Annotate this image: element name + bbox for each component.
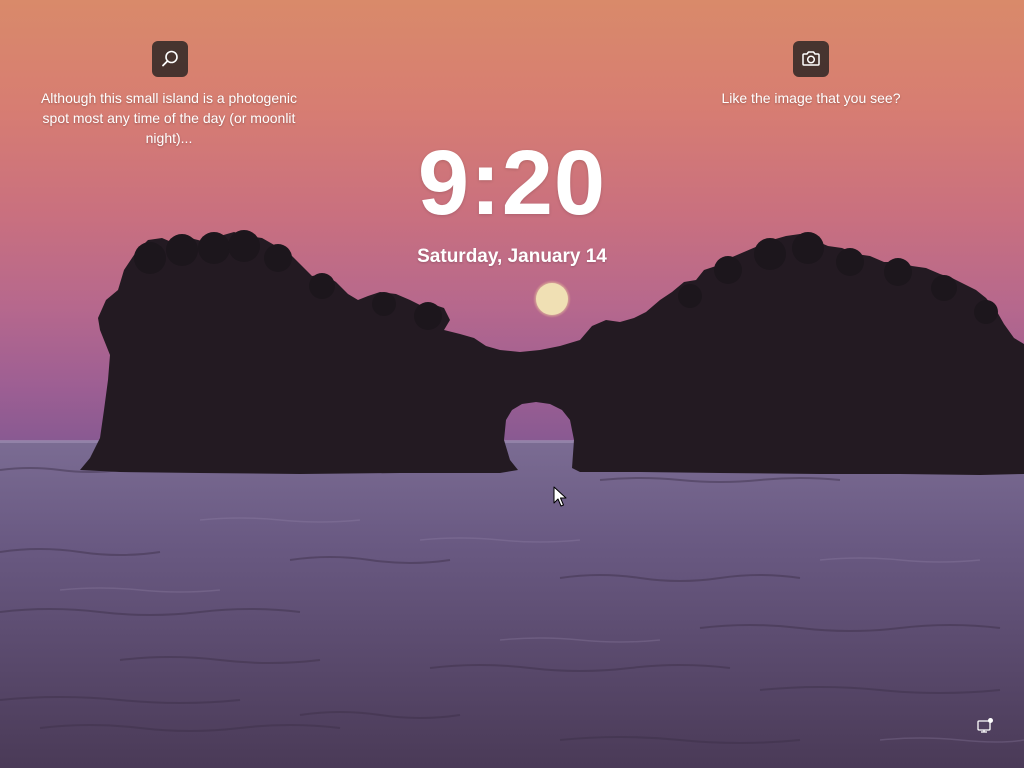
- network-icon[interactable]: [976, 717, 994, 735]
- clock-date: Saturday, January 14: [417, 246, 607, 267]
- mouse-cursor: [553, 486, 567, 507]
- like-image-caption[interactable]: Like the image that you see?: [700, 88, 922, 108]
- spotlight-info-button[interactable]: [152, 41, 188, 77]
- like-image-button[interactable]: [793, 41, 829, 77]
- lock-screen[interactable]: Although this small island is a photogen…: [0, 0, 1024, 768]
- clock-time: 9:20: [417, 132, 607, 234]
- camera-icon: [802, 51, 820, 66]
- search-icon: [162, 50, 178, 67]
- sea: [0, 441, 1024, 768]
